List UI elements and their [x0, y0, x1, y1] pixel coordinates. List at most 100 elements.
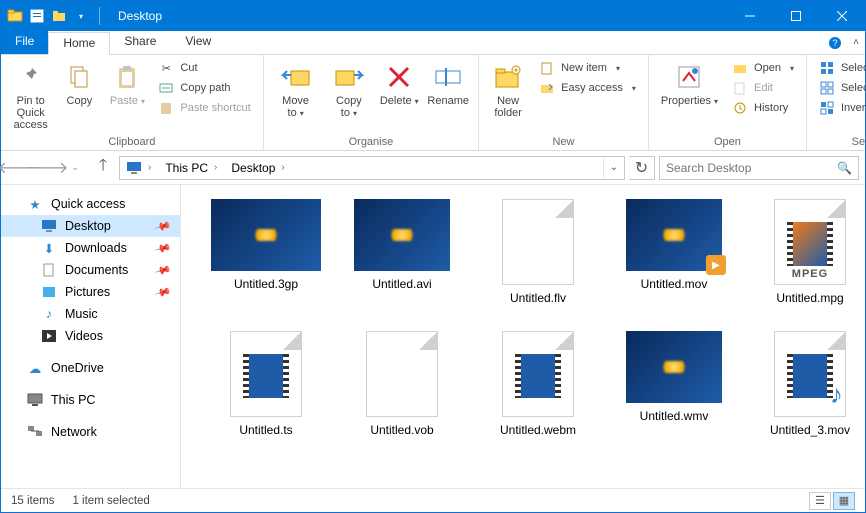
- copy-path-button[interactable]: Copy path: [154, 79, 254, 97]
- qat-properties-icon[interactable]: [29, 8, 45, 24]
- invert-selection-button[interactable]: Invert selection: [815, 99, 866, 117]
- pictures-icon: [41, 284, 57, 300]
- pin-icon: 📌: [154, 239, 172, 257]
- view-large-icons-button[interactable]: ▦: [833, 492, 855, 510]
- music-note-icon: ♪: [830, 379, 843, 410]
- sidebar-onedrive[interactable]: ☁OneDrive: [1, 357, 180, 379]
- select-none-button[interactable]: Select none: [815, 79, 866, 97]
- breadcrumb-this-pc[interactable]: This PC: [165, 161, 208, 175]
- file-item[interactable]: Untitled.3gp: [201, 199, 331, 305]
- address-dropdown[interactable]: ⌄: [603, 157, 624, 179]
- forward-button[interactable]: 🡒: [35, 156, 59, 180]
- chevron-right-icon[interactable]: ›: [212, 162, 219, 173]
- tab-view[interactable]: View: [171, 31, 226, 54]
- new-folder-label: New folder: [491, 95, 525, 119]
- sidebar-this-pc[interactable]: This PC: [1, 389, 180, 411]
- group-open-label: Open: [657, 134, 798, 148]
- file-name-label: Untitled.flv: [510, 291, 566, 305]
- copy-to-icon: [333, 61, 365, 93]
- chevron-right-icon[interactable]: ›: [279, 162, 286, 173]
- copy-label: Copy: [67, 95, 93, 107]
- history-button[interactable]: History: [728, 99, 798, 117]
- address-bar[interactable]: › This PC › Desktop › ⌄: [119, 156, 625, 180]
- breadcrumb-desktop[interactable]: Desktop: [231, 161, 275, 175]
- sidebar-desktop[interactable]: Desktop📌: [1, 215, 180, 237]
- open-button[interactable]: Open: [728, 59, 798, 77]
- file-thumbnail: ♪: [774, 331, 846, 417]
- tab-home[interactable]: Home: [48, 32, 110, 55]
- pin-label: Pin to Quick access: [13, 95, 48, 131]
- file-item[interactable]: Untitled.webm: [473, 331, 603, 437]
- history-icon: [732, 100, 748, 116]
- rename-icon: [432, 61, 464, 93]
- copy-icon: [63, 61, 95, 93]
- file-thumbnail: ▶: [626, 199, 722, 271]
- sidebar-videos[interactable]: Videos: [1, 325, 180, 347]
- edit-button[interactable]: Edit: [728, 79, 798, 97]
- copy-button[interactable]: Copy: [58, 59, 100, 109]
- pin-to-quick-access-button[interactable]: Pin to Quick access: [9, 59, 52, 133]
- documents-icon: [41, 262, 57, 278]
- pin-icon: [15, 61, 47, 93]
- sidebar-network[interactable]: Network: [1, 421, 180, 443]
- new-folder-button[interactable]: ✦ New folder: [487, 59, 529, 121]
- qat-dropdown-icon[interactable]: ▾: [73, 8, 89, 24]
- cut-button[interactable]: ✂Cut: [154, 59, 254, 77]
- file-item[interactable]: ▶ Untitled.mov: [609, 199, 739, 305]
- properties-button[interactable]: Properties: [657, 59, 722, 109]
- edit-icon: [732, 80, 748, 96]
- ribbon-collapse-icon[interactable]: ˄: [847, 31, 865, 54]
- sidebar-downloads[interactable]: ⬇Downloads📌: [1, 237, 180, 259]
- rename-label: Rename: [427, 95, 469, 107]
- file-item[interactable]: Untitled.avi: [337, 199, 467, 305]
- sidebar-documents[interactable]: Documents📌: [1, 259, 180, 281]
- file-item[interactable]: Untitled.wmv: [609, 331, 739, 437]
- sidebar-pictures[interactable]: Pictures📌: [1, 281, 180, 303]
- copy-to-label: Copy to: [330, 95, 369, 119]
- ribbon-help-icon[interactable]: ?: [823, 31, 847, 54]
- maximize-button[interactable]: [773, 1, 819, 31]
- file-name-label: Untitled.mov: [641, 277, 708, 291]
- scissors-icon: ✂: [158, 60, 174, 76]
- file-item[interactable]: ♪Untitled_3.mov: [745, 331, 865, 437]
- search-box[interactable]: Search Desktop 🔍: [659, 156, 859, 180]
- file-item[interactable]: Untitled.vob: [337, 331, 467, 437]
- monitor-icon: [126, 161, 142, 175]
- qat-newfolder-icon[interactable]: [51, 8, 67, 24]
- ribbon: Pin to Quick access Copy Paste ✂Cut Copy…: [1, 55, 865, 151]
- new-item-button[interactable]: New item: [535, 59, 640, 77]
- delete-button[interactable]: Delete: [378, 59, 420, 109]
- tab-share[interactable]: Share: [110, 31, 171, 54]
- file-name-label: Untitled.3gp: [234, 277, 298, 291]
- chevron-right-icon[interactable]: ›: [146, 162, 153, 173]
- rename-button[interactable]: Rename: [426, 59, 470, 109]
- pin-icon: 📌: [154, 283, 172, 301]
- file-thumbnail: [626, 331, 722, 403]
- easy-access-button[interactable]: Easy access: [535, 79, 640, 97]
- search-placeholder: Search Desktop: [666, 161, 751, 175]
- invert-selection-icon: [819, 100, 835, 116]
- minimize-button[interactable]: [727, 1, 773, 31]
- paste-button[interactable]: Paste: [106, 59, 148, 109]
- file-item[interactable]: Untitled.ts: [201, 331, 331, 437]
- view-details-button[interactable]: ☰: [809, 492, 831, 510]
- file-list[interactable]: Untitled.3gp Untitled.avi Untitled.flv ▶ Unt…: [181, 185, 865, 488]
- refresh-button[interactable]: ↻: [629, 156, 655, 180]
- explorer-icon: [7, 8, 23, 24]
- paste-shortcut-button[interactable]: Paste shortcut: [154, 99, 254, 117]
- play-overlay-icon: ▶: [706, 255, 726, 275]
- file-name-label: Untitled.mpg: [776, 291, 843, 305]
- up-button[interactable]: 🡑: [91, 156, 115, 180]
- move-to-button[interactable]: Move to: [272, 59, 320, 121]
- sidebar-music[interactable]: ♪Music: [1, 303, 180, 325]
- file-item[interactable]: MPEGUntitled.mpg: [745, 199, 865, 305]
- copy-to-button[interactable]: Copy to: [326, 59, 373, 121]
- select-all-button[interactable]: Select all: [815, 59, 866, 77]
- sidebar-quick-access[interactable]: ★Quick access: [1, 193, 180, 215]
- close-button[interactable]: [819, 1, 865, 31]
- recent-dropdown[interactable]: ⌄: [63, 156, 87, 180]
- ribbon-tabs: File Home Share View ? ˄: [1, 31, 865, 55]
- file-item[interactable]: Untitled.flv: [473, 199, 603, 305]
- tab-file[interactable]: File: [1, 31, 48, 54]
- file-thumbnail: [211, 199, 321, 271]
